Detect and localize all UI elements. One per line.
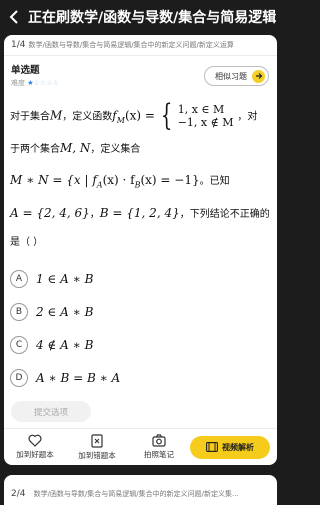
option-letter: C <box>10 336 28 354</box>
similar-questions-button[interactable]: 相似习题 <box>204 66 269 86</box>
stem-math: A = {2, 4, 6} <box>10 206 90 220</box>
favorite-button[interactable]: 加到好题本 <box>4 434 66 460</box>
photo-note-button[interactable]: 拍照笔记 <box>128 434 190 460</box>
option-a[interactable]: A 1 ∈ A ∗ B <box>10 270 93 288</box>
difficulty-label: 难度 <box>11 79 25 87</box>
page-title: 正在刷数学/函数与导数/集合与简易逻辑 <box>28 9 277 26</box>
case-2: −1, x ∉ M <box>177 116 234 129</box>
piecewise-cases: 1, x ∈ M −1, x ∉ M <box>178 103 234 129</box>
similar-questions-label: 相似习题 <box>215 71 247 81</box>
submit-button[interactable]: 提交选项 <box>11 401 91 422</box>
back-button[interactable] <box>0 0 28 33</box>
stem-text: ， <box>89 209 100 220</box>
option-b[interactable]: B 2 ∈ A ∗ B <box>10 303 93 321</box>
question-card: 1/4 数学/函数与导数/集合与简易逻辑/集合中的新定义问题/新定义运算 单选题… <box>4 35 277 465</box>
stem-math: M <box>50 108 63 123</box>
stem-text: 。已知 <box>199 176 230 187</box>
option-expr: 4 ∉ A ∗ B <box>36 338 94 352</box>
book-x-icon <box>91 433 103 448</box>
stem-math: M, N <box>60 141 91 155</box>
stem-text: ，定义函数 <box>62 111 113 123</box>
stem-text: ，对 <box>237 111 258 123</box>
breadcrumb-path: 数学/函数与导数/集合与简易逻辑/集合中的新定义问题/新定义运算 <box>28 41 234 49</box>
stem-math: (x) = −1} <box>140 173 200 187</box>
stem-text: ，定义集合 <box>90 144 141 155</box>
option-letter: D <box>10 369 28 387</box>
stem-line-1: 对于集合M，定义函数fM(x) = { 1, x ∈ M −1, x ∉ M ，… <box>10 101 257 131</box>
film-icon <box>206 442 218 452</box>
video-analysis-label: 视频解析 <box>222 442 254 452</box>
case-1: 1, x ∈ M <box>177 103 225 116</box>
stem-math: B = {1, 2, 4} <box>99 206 180 220</box>
option-c[interactable]: C 4 ∉ A ∗ B <box>10 336 93 354</box>
stem-line-4: A = {2, 4, 6}，B = {1, 2, 4}，下列结论不正确的 <box>10 205 270 220</box>
stem-line-3: M ∗ N = {x | fA(x) · fB(x) = −1}。已知 <box>10 172 230 189</box>
option-expr: A ∗ B = B ∗ A <box>36 371 121 385</box>
option-expr: 2 ∈ A ∗ B <box>36 305 94 319</box>
next-question-breadcrumb: 数学/函数与导数/集合与简易逻辑/集合中的新定义问题/新定义集... <box>33 490 239 498</box>
video-analysis-button[interactable]: 视频解析 <box>190 435 270 459</box>
breadcrumb: 1/4 数学/函数与导数/集合与简易逻辑/集合中的新定义问题/新定义运算 <box>4 35 277 56</box>
stem-line-5: 是（ ） <box>10 237 44 248</box>
photo-note-label: 拍照笔记 <box>144 450 174 459</box>
chevron-left-icon <box>9 9 18 24</box>
option-expr: 1 ∈ A ∗ B <box>36 272 94 286</box>
stem-math: M ∗ N = {x | f <box>10 173 97 187</box>
option-letter: B <box>10 303 28 321</box>
stem-text: 于两个集合 <box>10 144 60 155</box>
heart-icon <box>28 434 42 447</box>
question-index: 1/4 <box>11 40 26 50</box>
next-question-index: 2/4 <box>11 489 26 499</box>
favorite-label: 加到好题本 <box>16 450 54 459</box>
arrow-right-icon <box>252 69 265 83</box>
camera-icon <box>152 434 166 447</box>
bottom-toolbar: 加到好题本 加到错题本 拍照笔记 视频解析 <box>4 428 277 465</box>
option-d[interactable]: D A ∗ B = B ∗ A <box>10 369 120 387</box>
stem-line-2: 于两个集合M, N，定义集合 <box>10 140 140 155</box>
stem-math: (x) · f <box>102 173 135 187</box>
next-question-card[interactable]: 2/4 数学/函数与导数/集合与简易逻辑/集合中的新定义问题/新定义集... <box>4 475 277 505</box>
stem-math: M <box>116 115 125 125</box>
top-bar: 正在刷数学/函数与导数/集合与简易逻辑 <box>0 0 281 33</box>
question-header: 单选题 难度 ★☆☆☆☆ 相似习题 <box>4 56 277 87</box>
option-letter: A <box>10 270 28 288</box>
wrongbook-label: 加到错题本 <box>78 450 116 460</box>
stem-text: 对于集合 <box>10 111 50 123</box>
wrongbook-button[interactable]: 加到错题本 <box>66 433 128 461</box>
star-empty-icon: ☆☆☆☆ <box>33 79 59 87</box>
stem-math: (x) = <box>124 108 155 123</box>
brace: { <box>160 98 173 133</box>
stem-text: ，下列结论不正确的 <box>179 209 270 220</box>
